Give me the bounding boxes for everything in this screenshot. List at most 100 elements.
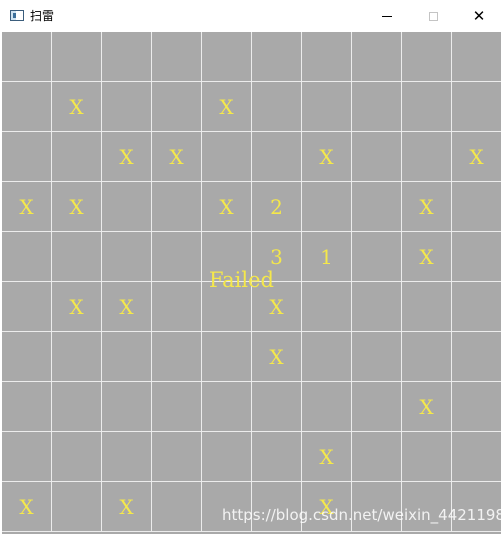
mine-cell[interactable] (2, 282, 52, 332)
minimize-icon (382, 15, 392, 17)
mine-cell[interactable] (102, 32, 152, 82)
mine-cell[interactable] (252, 132, 302, 182)
mine-cell[interactable] (152, 432, 202, 482)
mine-cell[interactable] (452, 82, 501, 132)
mine-cell[interactable] (152, 82, 202, 132)
app-window-icon (10, 10, 24, 21)
mine-cell[interactable] (402, 132, 452, 182)
mine-cell[interactable]: X (2, 182, 52, 232)
mine-cell[interactable] (2, 332, 52, 382)
mine-cell[interactable] (402, 82, 452, 132)
mine-cell[interactable] (302, 332, 352, 382)
mine-cell[interactable] (452, 182, 501, 232)
mine-cell[interactable] (102, 382, 152, 432)
mine-cell[interactable] (452, 32, 501, 82)
mine-cell[interactable]: 1 (302, 232, 352, 282)
mine-cell[interactable] (2, 432, 52, 482)
mine-cell[interactable] (152, 232, 202, 282)
mine-cell[interactable] (202, 132, 252, 182)
mine-cell[interactable] (352, 132, 402, 182)
watermark-text: https://blog.csdn.net/weixin_44211980 (222, 506, 501, 524)
mine-cell[interactable] (152, 332, 202, 382)
mine-cell[interactable] (102, 182, 152, 232)
mine-cell[interactable] (152, 482, 202, 532)
mine-cell[interactable]: X (102, 482, 152, 532)
mine-cell[interactable] (102, 332, 152, 382)
mine-cell[interactable]: X (102, 282, 152, 332)
close-button[interactable]: ✕ (456, 0, 501, 32)
mine-cell[interactable] (352, 282, 402, 332)
maximize-button[interactable] (410, 0, 456, 32)
mine-cell[interactable] (252, 432, 302, 482)
mine-cell[interactable] (152, 282, 202, 332)
mine-cell[interactable] (52, 432, 102, 482)
mine-cell[interactable] (302, 32, 352, 82)
mine-cell[interactable] (452, 232, 501, 282)
mine-cell[interactable] (302, 282, 352, 332)
mine-cell[interactable] (352, 382, 402, 432)
mine-cell[interactable] (352, 232, 402, 282)
mine-cell[interactable] (202, 32, 252, 82)
mine-cell[interactable] (252, 382, 302, 432)
minesweeper-window: 扫雷 ✕ XXXXXXXXX2X31XXXXXXXXXX Failed http… (0, 0, 501, 534)
mine-cell[interactable] (102, 432, 152, 482)
mine-cell[interactable]: X (252, 332, 302, 382)
mine-cell[interactable] (452, 332, 501, 382)
mine-cell[interactable] (152, 182, 202, 232)
mine-cell[interactable] (352, 332, 402, 382)
mine-cell[interactable] (52, 332, 102, 382)
mine-cell[interactable] (2, 382, 52, 432)
mine-cell[interactable] (52, 32, 102, 82)
mine-cell[interactable] (402, 332, 452, 382)
mine-cell[interactable] (152, 32, 202, 82)
mine-cell[interactable] (102, 232, 152, 282)
mine-cell[interactable] (302, 182, 352, 232)
mine-cell[interactable] (402, 282, 452, 332)
mine-cell[interactable] (402, 432, 452, 482)
mine-cell[interactable] (202, 332, 252, 382)
mine-cell[interactable] (52, 232, 102, 282)
mine-cell[interactable] (202, 382, 252, 432)
mine-cell[interactable] (2, 82, 52, 132)
mine-cell[interactable] (352, 82, 402, 132)
title-bar[interactable]: 扫雷 ✕ (0, 0, 501, 32)
mine-cell[interactable]: X (152, 132, 202, 182)
mine-cell[interactable]: X (402, 232, 452, 282)
mine-cell[interactable] (452, 432, 501, 482)
mine-cell[interactable] (202, 432, 252, 482)
mine-cell[interactable]: X (302, 432, 352, 482)
mine-cell[interactable]: 2 (252, 182, 302, 232)
mine-cell[interactable]: X (52, 282, 102, 332)
mine-cell[interactable]: X (302, 132, 352, 182)
mine-cell[interactable] (452, 382, 501, 432)
mine-cell[interactable]: X (202, 182, 252, 232)
mine-cell[interactable] (352, 432, 402, 482)
mine-cell[interactable] (302, 82, 352, 132)
mine-cell[interactable] (52, 382, 102, 432)
mine-cell[interactable] (2, 232, 52, 282)
mine-cell[interactable] (302, 382, 352, 432)
mine-cell[interactable]: X (452, 132, 501, 182)
mine-cell[interactable] (152, 382, 202, 432)
mine-cell[interactable] (2, 32, 52, 82)
mine-cell[interactable] (252, 82, 302, 132)
close-icon: ✕ (472, 6, 486, 25)
mine-cell[interactable]: X (402, 382, 452, 432)
mine-cell[interactable] (52, 132, 102, 182)
maximize-icon (428, 11, 438, 21)
mine-cell[interactable] (252, 32, 302, 82)
mine-cell[interactable]: X (52, 82, 102, 132)
mine-cell[interactable]: X (102, 132, 152, 182)
mine-cell[interactable] (402, 32, 452, 82)
mine-cell[interactable] (2, 132, 52, 182)
mine-cell[interactable]: X (52, 182, 102, 232)
mine-cell[interactable] (52, 482, 102, 532)
mine-cell[interactable]: X (2, 482, 52, 532)
mine-cell[interactable]: X (402, 182, 452, 232)
mine-cell[interactable]: X (202, 82, 252, 132)
minimize-button[interactable] (364, 0, 410, 32)
mine-cell[interactable] (352, 182, 402, 232)
mine-cell[interactable] (452, 282, 501, 332)
mine-cell[interactable] (102, 82, 152, 132)
mine-cell[interactable] (352, 32, 402, 82)
